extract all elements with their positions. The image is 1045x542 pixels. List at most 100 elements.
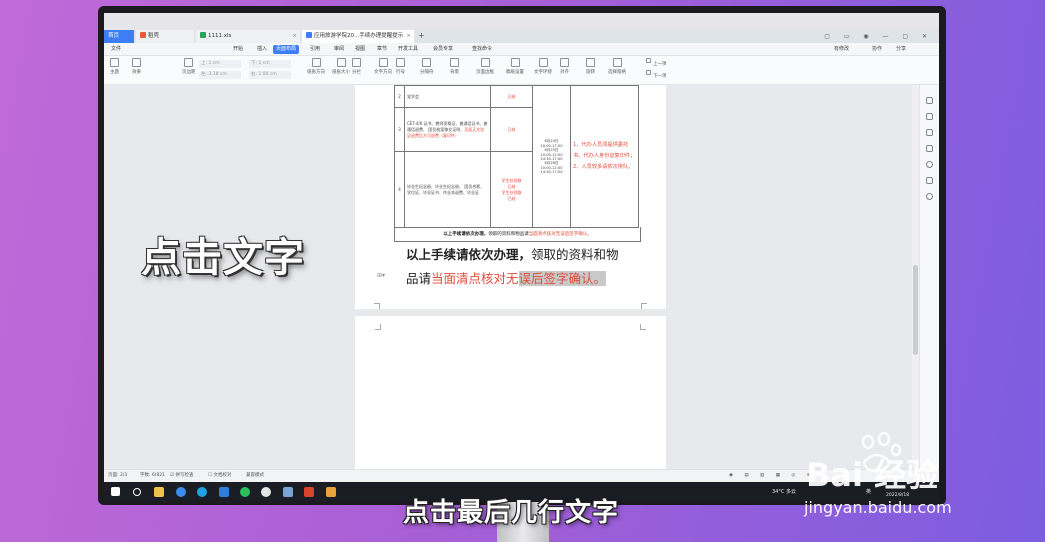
layout-icon[interactable]	[926, 177, 933, 184]
globe-icon[interactable]	[926, 193, 933, 200]
menu-item[interactable]: 页面布局	[273, 45, 300, 54]
toolbar-icon	[110, 58, 119, 67]
toolbar-button[interactable]: 行号	[396, 58, 405, 75]
tab-docer-label: 稻壳	[148, 33, 160, 39]
menu-item[interactable]: 审阅	[331, 45, 347, 54]
toolbar-label: 选择窗格	[608, 70, 626, 75]
toolbar-button[interactable]: 文字方向	[374, 58, 392, 75]
help-icon[interactable]	[926, 161, 933, 168]
menu-item[interactable]: 开发工具	[395, 45, 421, 54]
menu-right-collab[interactable]: 协作	[872, 45, 882, 54]
tab-spreadsheet[interactable]: 1111.xls ×	[196, 30, 300, 43]
margin-top-field[interactable]: 上: 1 cm	[199, 60, 241, 68]
menu-item[interactable]: 会员专享	[430, 45, 456, 54]
toolbar-label: 分栏	[352, 70, 361, 75]
toolbar-button[interactable]: 页边距	[182, 58, 196, 75]
wps-icon[interactable]	[304, 487, 314, 497]
toolbar-icon	[560, 58, 569, 67]
app-icon-2[interactable]	[261, 487, 271, 497]
menu-item[interactable]: 引用	[307, 45, 323, 54]
margin-left-field[interactable]: 左: 3.18 cm	[199, 71, 241, 79]
search-icon[interactable]	[133, 488, 141, 496]
body-bold-text: 以上手续请依次办理，	[406, 247, 532, 262]
toolbar-button[interactable]: 对齐	[560, 58, 569, 75]
wechat-icon[interactable]	[240, 487, 250, 497]
menu-right-share[interactable]: 分享	[896, 45, 906, 54]
scrollbar-thumb[interactable]	[913, 265, 918, 355]
toolbar-label: 文字方向	[374, 70, 392, 75]
window-controls[interactable]: ▢ ▭ ◉ — ▢ ✕	[824, 30, 933, 43]
close-icon[interactable]: ×	[406, 30, 411, 43]
cursor-icon[interactable]	[926, 97, 933, 104]
row-status: 已结	[490, 85, 533, 108]
margin-corner-mark	[374, 303, 380, 309]
toolbar-button[interactable]: 背景	[450, 58, 459, 75]
toolbar-button[interactable]: 上一项	[646, 58, 667, 67]
toolbar-button[interactable]: 分栏	[352, 58, 361, 75]
app-icon-3[interactable]	[283, 487, 293, 497]
toolbar-button[interactable]: 旋转	[586, 58, 595, 75]
tab-document[interactable]: 应用旅游学院20...手续办理提醒提示 ×	[302, 30, 414, 43]
image-viewer-icon[interactable]	[326, 487, 336, 497]
toolbar-button[interactable]: 效果	[132, 58, 141, 75]
toolbar-label: 下一项	[653, 74, 667, 79]
adjust-icon[interactable]	[926, 145, 933, 152]
close-icon[interactable]: ×	[292, 30, 297, 43]
tab-home[interactable]: 首页	[104, 30, 134, 43]
new-tab-button[interactable]: +	[418, 30, 425, 42]
caption-bottom: 点击最后几行文字	[403, 498, 620, 528]
toolbar-label: 旋转	[586, 70, 595, 75]
file-explorer-icon[interactable]	[154, 487, 164, 497]
toolbar-label: 文字环绕	[534, 70, 552, 75]
body-selected-text[interactable]: 误后签字确认。	[518, 271, 607, 286]
margin-top-label: 上:	[201, 61, 208, 66]
toolbar-button[interactable]: 选择窗格	[608, 58, 626, 75]
app-icon[interactable]	[219, 487, 229, 497]
toolbar-button[interactable]: 稿纸设置	[506, 58, 524, 75]
toolbar-button[interactable]: 纸张大小	[332, 58, 350, 75]
menu-right-modified[interactable]: 有修改	[834, 45, 849, 54]
toolbar-button[interactable]: 下一项	[646, 70, 667, 79]
toolbar-icon	[510, 58, 520, 67]
spell-check[interactable]: ☑ 拼写检查	[170, 470, 193, 482]
vertical-scrollbar[interactable]	[912, 85, 919, 469]
menu-item[interactable]: 视图	[352, 45, 368, 54]
select-icon[interactable]	[926, 129, 933, 136]
menu-item[interactable]: 查找命令	[469, 45, 495, 54]
tab-docer[interactable]: 稻壳	[136, 30, 194, 43]
margin-right-field[interactable]: 右: 1.88 cm	[249, 71, 291, 79]
weather-widget[interactable]: 34°C 多云	[772, 488, 796, 495]
margin-bottom-field[interactable]: 下: 1 cm	[249, 60, 291, 68]
edge-icon[interactable]	[197, 487, 207, 497]
toolbar-button[interactable]: 分隔符	[420, 58, 434, 75]
menu-item[interactable]: 插入	[254, 45, 270, 54]
toolbar-icon	[646, 58, 651, 63]
toolbar-button[interactable]: 纸张方向	[307, 58, 325, 75]
right-side-panel	[919, 85, 939, 469]
document-page-next[interactable]	[355, 316, 666, 469]
body-red-text: 当面清点核对无	[431, 271, 519, 286]
page-indicator[interactable]: 页面: 2/3	[108, 470, 127, 482]
watermark-logo: Bai 经验	[806, 456, 939, 494]
margin-top-value: 1 cm	[208, 61, 220, 66]
toolbar-button[interactable]: 主题	[110, 58, 119, 75]
toolbar-label: 效果	[132, 70, 141, 75]
pen-icon[interactable]	[926, 113, 933, 120]
toolbar-icon	[132, 58, 141, 67]
menu-item[interactable]: 章节	[374, 45, 390, 54]
paragraph-mark-icon[interactable]: ⊞▾	[377, 272, 385, 279]
compat-mode: 兼容模式	[246, 473, 264, 478]
proofread[interactable]: ☐ 文档校对	[208, 470, 231, 482]
toolbar-button[interactable]: 页面边框	[476, 58, 494, 75]
browser-icon[interactable]	[176, 487, 186, 497]
toolbar-label: 稿纸设置	[506, 70, 524, 75]
body-paragraph[interactable]: 以上手续请依次办理，领取的资料和物 品请当面清点核对无误后签字确认。	[406, 243, 646, 291]
caption-left: 点击文字	[141, 235, 305, 281]
word-count[interactable]: 字数: 6/821	[140, 470, 165, 482]
menu-item[interactable]: 开始	[230, 45, 246, 54]
windows-start-icon[interactable]	[111, 487, 120, 496]
menu-item[interactable]: 文件	[108, 45, 124, 54]
watermark-url: jingyan.baidu.com	[804, 498, 952, 517]
toolbar-button[interactable]: 文字环绕	[534, 58, 552, 75]
tab-document-label: 应用旅游学院20...手续办理提醒提示	[314, 33, 404, 39]
